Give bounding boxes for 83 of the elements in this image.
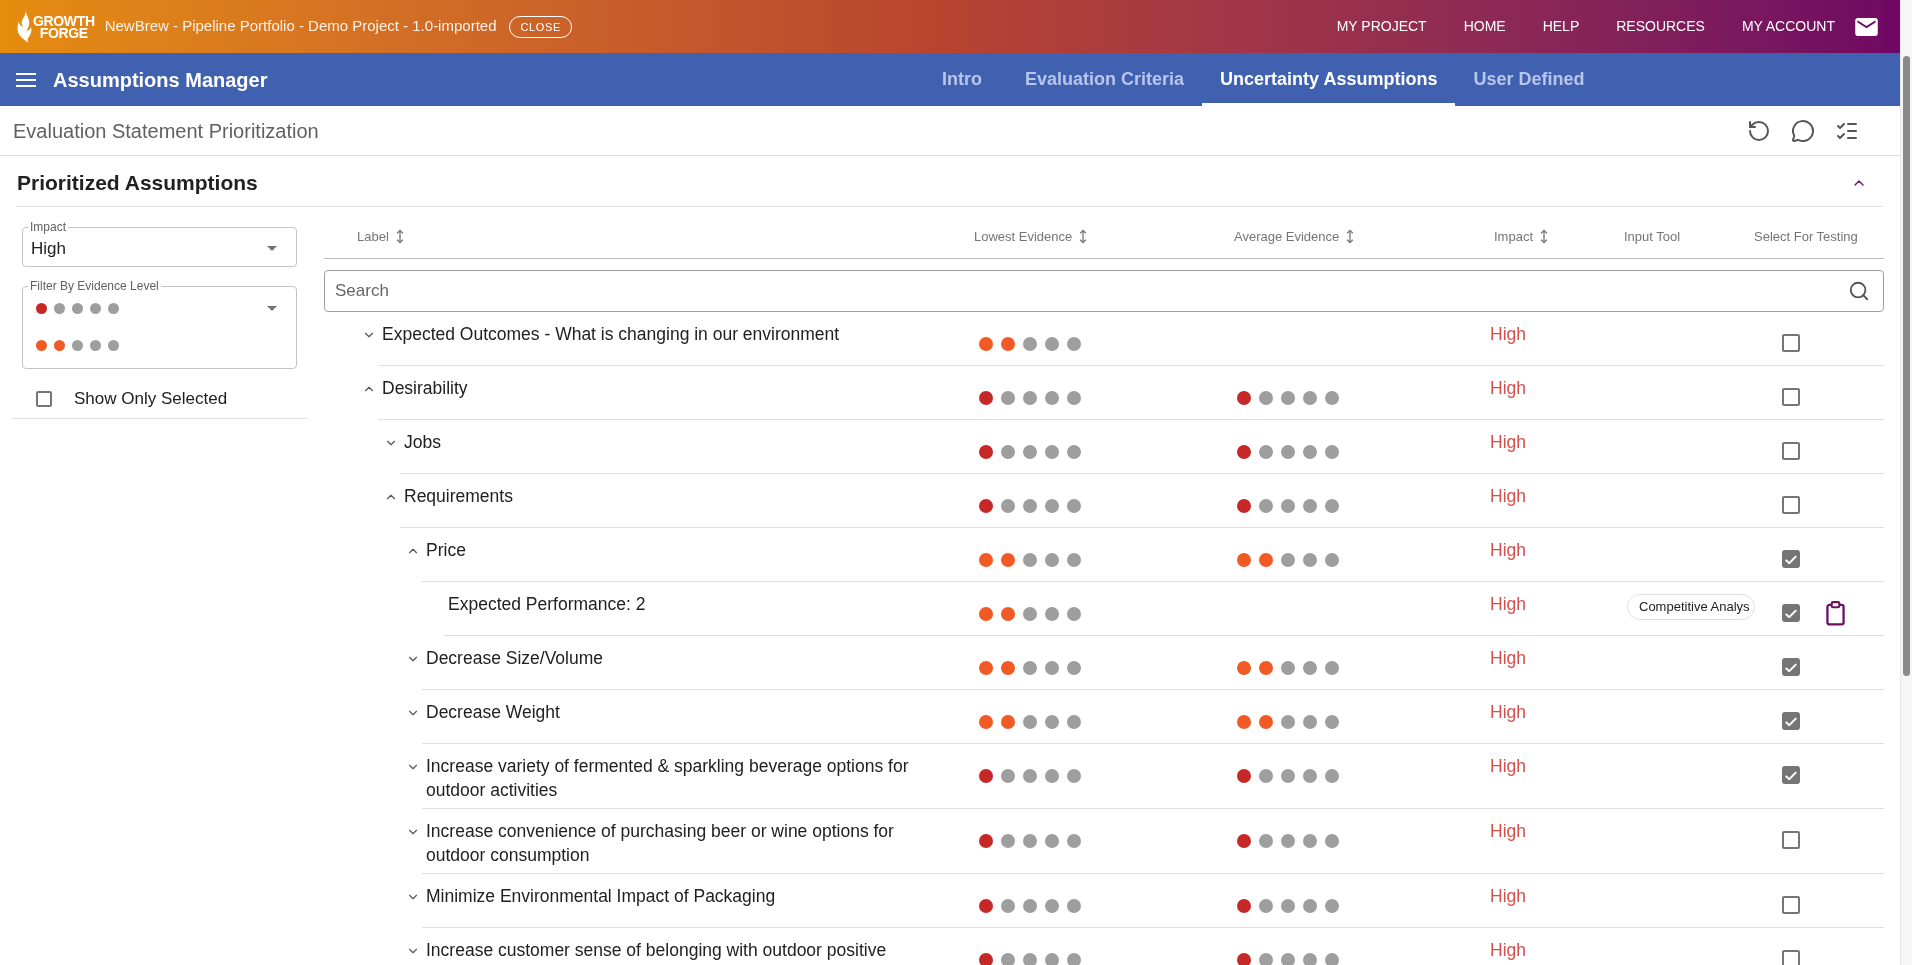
section-title: Prioritized Assumptions [17,170,258,197]
impact-level: High [1490,324,1526,344]
sort-icon[interactable] [1079,229,1088,244]
column-header[interactable]: Lowest Evidence [974,226,1073,247]
checkmark-icon [1785,716,1797,726]
row-label: Increase variety of fermented & sparkling beverage options for outdoor activities [426,755,910,802]
impact-level: High [1490,886,1526,906]
select-checkbox[interactable] [1782,766,1800,784]
row-label: Decrease Size/Volume [426,647,604,670]
dropdown-caret-icon [267,306,277,311]
select-checkbox[interactable] [1782,550,1800,568]
evidence-filter-select[interactable]: Filter By Evidence Level [22,279,297,369]
checkmark-icon [1785,770,1797,780]
select-checkbox[interactable] [1782,496,1800,514]
select-checkbox[interactable] [1782,604,1800,622]
comment-icon[interactable] [1791,118,1815,143]
menu-icon[interactable] [16,72,36,87]
nav-link[interactable]: HOME [1463,16,1506,37]
column-header: Select For Testing [1754,227,1858,246]
impact-level: High [1490,486,1526,506]
checkmark-icon [1785,608,1797,618]
undo-icon[interactable] [1747,118,1771,143]
dropdown-caret-icon [267,246,277,251]
search-icon[interactable] [1848,280,1870,302]
select-checkbox[interactable] [1782,442,1800,460]
row-label: Increase customer sense of belonging with outdoor positive [426,939,887,962]
flame-icon [17,9,32,44]
tab[interactable]: Evaluation Criteria [1007,53,1203,106]
row-label: Price [426,539,466,562]
impact-level: High [1490,540,1526,560]
impact-select[interactable]: Impact High [22,220,297,267]
nav-link[interactable]: MY ACCOUNT [1741,16,1835,37]
logo-text: GROWTH FORGE [33,14,95,39]
nav-link[interactable]: MY PROJECT [1336,16,1427,37]
select-checkbox[interactable] [1782,896,1800,914]
checkmark-icon [1785,662,1797,672]
column-header[interactable]: Average Evidence [1234,226,1340,247]
search-field[interactable]: Search [324,270,1884,312]
sort-icon[interactable] [395,229,404,244]
impact-level: High [1490,756,1526,776]
column-header[interactable]: Impact [1494,226,1533,247]
page-title: Evaluation Statement Prioritization [13,118,319,144]
nav-link[interactable]: HELP [1542,16,1580,37]
input-tool-chip[interactable]: Competitive Analys [1627,594,1755,620]
field-label: Filter By Evidence Level [29,279,160,293]
row-label: Jobs [404,431,441,454]
impact-level: High [1490,432,1526,452]
field-label: Impact [29,220,67,234]
row-label: Minimize Environmental Impact of Packaging [426,885,776,908]
sort-icon[interactable] [1540,229,1548,244]
impact-level: High [1490,648,1526,668]
checkmark-icon [1785,554,1797,564]
select-checkbox[interactable] [1782,334,1800,352]
tab[interactable]: User Defined [1455,53,1603,106]
row-label: Desirability [382,377,468,400]
select-checkbox[interactable] [1782,831,1800,849]
select-checkbox[interactable] [1782,950,1800,965]
row-label: Expected Performance: 2 [448,593,646,616]
row-label: Decrease Weight [426,701,560,724]
show-only-selected-checkbox[interactable] [36,390,52,407]
mail-icon[interactable] [1855,17,1878,36]
impact-level: High [1490,594,1526,614]
column-header[interactable]: Label [357,226,389,247]
checkbox-label: Show Only Selected [74,387,228,410]
clipboard-icon[interactable] [1826,601,1845,626]
select-checkbox[interactable] [1782,658,1800,676]
select-checkbox[interactable] [1782,388,1800,406]
row-label: Increase convenience of purchasing beer or wine options for outdoor consumption [426,820,895,867]
impact-level: High [1490,378,1526,398]
tab[interactable]: Intro [917,53,1007,106]
column-header: Input Tool [1624,227,1681,246]
app-title: Assumptions Manager [53,67,268,93]
row-label: Expected Outcomes - What is changing in our environment [382,323,840,346]
impact-level: High [1490,940,1526,960]
project-title: NewBrew - Pipeline Portfolio - Demo Project - 1.0-imported [104,16,497,37]
row-label: Requirements [404,485,513,508]
sort-icon[interactable] [1346,229,1355,244]
select-checkbox[interactable] [1782,712,1800,730]
scrollbar-thumb[interactable] [1903,56,1910,676]
impact-level: High [1490,821,1526,841]
nav-link[interactable]: RESOURCES [1616,16,1705,37]
impact-level: High [1490,702,1526,722]
tab[interactable]: Uncertainty Assumptions [1202,53,1456,106]
